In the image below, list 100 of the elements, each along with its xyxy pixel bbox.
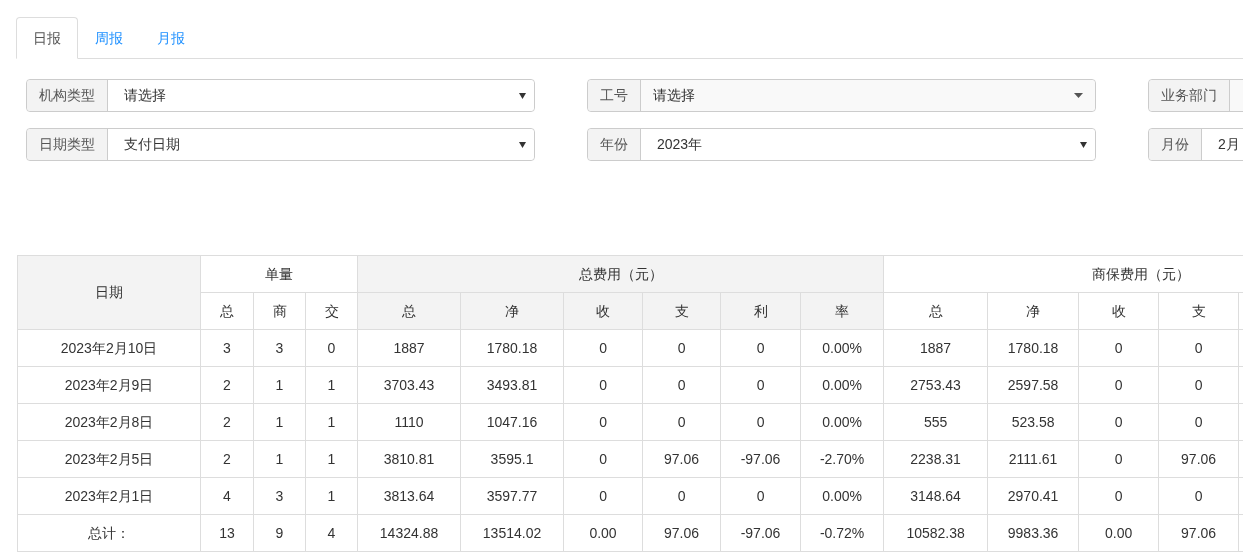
table-cell: 3148.64 — [883, 477, 988, 515]
column-header: 商 — [253, 292, 306, 330]
table-cell: 523.58 — [987, 403, 1079, 441]
table-cell: 1780.18 — [987, 329, 1079, 367]
table-cell: 1 — [253, 440, 306, 478]
table-cell: 13514.02 — [460, 514, 564, 552]
filter-label: 月份 — [1149, 129, 1202, 160]
table-cell: 0 — [642, 403, 721, 441]
table-cell: 1 — [253, 366, 306, 404]
table-cell: 0 — [642, 366, 721, 404]
table-cell: 0.00% — [800, 366, 884, 404]
table-cell: 0 — [563, 329, 643, 367]
table-cell: 0 — [305, 329, 358, 367]
table-cell: -0.72% — [800, 514, 884, 552]
filter-label: 机构类型 — [27, 80, 108, 111]
caret-icon — [1074, 93, 1083, 98]
column-header: 支 — [1158, 292, 1239, 330]
column-header: 交 — [305, 292, 358, 330]
table-cell: 0 — [1078, 403, 1159, 441]
table-cell: 2023年2月9日 — [17, 366, 201, 404]
column-header: 收 — [563, 292, 643, 330]
table-cell: 1110 — [357, 403, 461, 441]
table-cell: 1887 — [357, 329, 461, 367]
column-header: 净 — [460, 292, 564, 330]
table-cell: 9 — [253, 514, 306, 552]
table-cell: 0 — [720, 403, 801, 441]
table-cell: 0.00 — [1078, 514, 1159, 552]
table-cell: 3 — [200, 329, 254, 367]
table-cell: 2597.58 — [987, 366, 1079, 404]
column-header: 日期 — [17, 255, 201, 330]
table-cell: 2970.41 — [987, 477, 1079, 515]
table-cell: 0 — [1078, 440, 1159, 478]
table-cell: 0 — [1158, 366, 1239, 404]
table-cell: 0 — [563, 440, 643, 478]
column-header: 总 — [357, 292, 461, 330]
caret-icon — [1080, 141, 1087, 148]
table-cell: 2023年2月8日 — [17, 403, 201, 441]
table-cell: 97.06 — [1158, 514, 1239, 552]
table-cell: 0.00% — [800, 329, 884, 367]
table-cell: 0 — [563, 403, 643, 441]
table-cell: 0 — [720, 477, 801, 515]
table-cell: 0 — [720, 329, 801, 367]
table-cell: -97.06 — [720, 440, 801, 478]
table-cell: 97.06 — [642, 514, 721, 552]
table-cell: 0 — [1078, 366, 1159, 404]
table-cell: 3813.64 — [357, 477, 461, 515]
table-cell: 总计： — [17, 514, 201, 552]
table-cell: 2 — [200, 366, 254, 404]
table-cell: 97.06 — [1158, 440, 1239, 478]
table-cell: 0 — [1158, 329, 1239, 367]
group-header: 总费用（元） — [357, 255, 884, 293]
table-cell: 2023年2月10日 — [17, 329, 201, 367]
filter-label: 年份 — [588, 129, 641, 160]
table-cell: 4 — [305, 514, 358, 552]
table-cell: 3810.81 — [357, 440, 461, 478]
group-header: 商保费用（元） — [883, 255, 1243, 293]
table-cell: 1 — [253, 403, 306, 441]
table-cell: 2111.61 — [987, 440, 1079, 478]
table-cell: 0.00% — [800, 403, 884, 441]
column-header: 收 — [1078, 292, 1159, 330]
table-cell: 3 — [253, 477, 306, 515]
column-header: 利 — [720, 292, 801, 330]
column-header: 支 — [642, 292, 721, 330]
table-cell: 0 — [642, 329, 721, 367]
table-cell: 9983.36 — [987, 514, 1079, 552]
table-cell: 2 — [200, 403, 254, 441]
table-cell: 1780.18 — [460, 329, 564, 367]
column-header: 率 — [800, 292, 884, 330]
table-cell: 1 — [305, 440, 358, 478]
table-cell: 1047.16 — [460, 403, 564, 441]
caret-icon — [519, 141, 526, 148]
group-header: 单量 — [200, 255, 358, 293]
caret-icon — [519, 92, 526, 99]
table-cell: 555 — [883, 403, 988, 441]
table-cell: 3 — [253, 329, 306, 367]
table-cell: -97.06 — [720, 514, 801, 552]
table-cell: 2023年2月5日 — [17, 440, 201, 478]
table-cell: 14324.88 — [357, 514, 461, 552]
column-header: 净 — [987, 292, 1079, 330]
table-cell: 2753.43 — [883, 366, 988, 404]
filter-label: 日期类型 — [27, 129, 108, 160]
table-cell: 2023年2月1日 — [17, 477, 201, 515]
table-cell: 0 — [720, 366, 801, 404]
table-cell: 1 — [305, 403, 358, 441]
table-cell: 97.06 — [642, 440, 721, 478]
table-cell: 1887 — [883, 329, 988, 367]
filter-label: 业务部门 — [1149, 80, 1230, 111]
table-cell: 0 — [563, 477, 643, 515]
table-cell: 3703.43 — [357, 366, 461, 404]
filter-label: 工号 — [588, 80, 641, 111]
select-field[interactable]: 请选择 — [641, 80, 1095, 111]
table-cell: 2 — [200, 440, 254, 478]
table-cell: 0 — [642, 477, 721, 515]
column-header: 总 — [883, 292, 988, 330]
table-cell: 3595.1 — [460, 440, 564, 478]
table-cell: 0 — [1078, 477, 1159, 515]
column-header: 总 — [200, 292, 254, 330]
tab[interactable]: 日报 — [16, 17, 78, 59]
table-cell: 13 — [200, 514, 254, 552]
table-cell: 0 — [563, 366, 643, 404]
